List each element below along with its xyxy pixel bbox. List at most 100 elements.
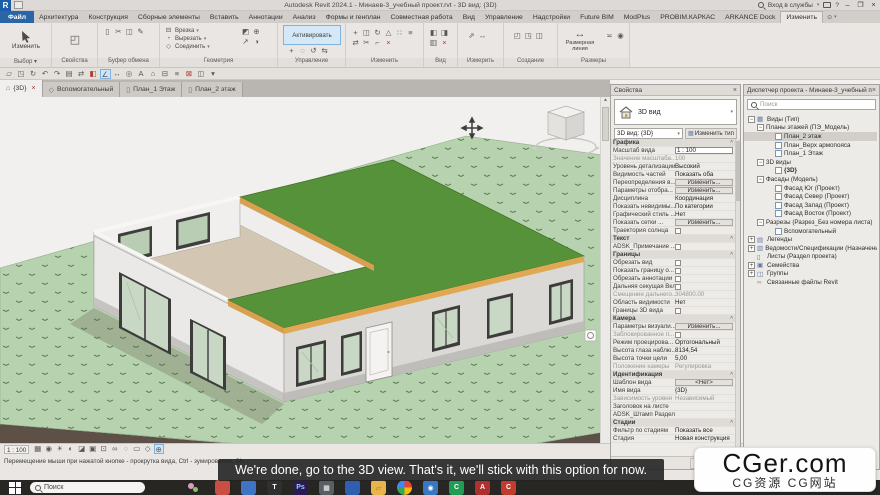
ribbon-tab-7[interactable]: Формы и генплан <box>321 11 386 23</box>
search-icon[interactable] <box>758 2 764 8</box>
properties-title-bar[interactable]: Свойства × <box>611 85 740 96</box>
taskbar-app-c-red[interactable]: C <box>501 480 516 495</box>
browser-title-bar[interactable]: Диспетчер проекта - Минаев-3_учебный про… <box>744 85 879 96</box>
copy-icon[interactable]: ◫ <box>125 27 135 37</box>
text-icon[interactable]: A <box>136 69 147 79</box>
taskbar-app-blue[interactable] <box>241 480 256 495</box>
create-similar-icon[interactable]: ◳ <box>524 31 534 41</box>
paint-qat-icon[interactable]: ◧ <box>88 69 99 79</box>
panel-label-view[interactable]: Вид <box>424 58 457 67</box>
paint-icon[interactable]: ◑ <box>252 37 262 47</box>
tag-icon[interactable]: ◎ <box>124 69 135 79</box>
taskbar-app-adobe[interactable]: A <box>475 480 490 495</box>
print-icon[interactable]: ▤ <box>64 69 75 79</box>
ribbon-tab-8[interactable]: Совместная работа <box>386 11 458 23</box>
property-checkbox[interactable] <box>675 284 681 290</box>
sync-icon[interactable]: ↻ <box>28 69 39 79</box>
match-type-icon[interactable]: ✎ <box>136 27 146 37</box>
ribbon-tab-4[interactable]: Вставить <box>205 11 244 23</box>
customize-qat-icon[interactable] <box>14 1 23 9</box>
browser-tree-item[interactable]: План_1 Этаж <box>744 149 877 158</box>
align-icon[interactable]: ≡ <box>406 28 416 38</box>
browser-tree-item[interactable]: Фасад Восток (Проект) <box>744 210 877 219</box>
delete-icon[interactable]: × <box>384 38 394 48</box>
help-icon[interactable]: ? <box>835 2 839 9</box>
array-icon[interactable]: ∷ <box>395 28 405 38</box>
property-value[interactable]: Показать оба <box>675 171 733 178</box>
property-value[interactable]: Ортогональный <box>675 339 733 346</box>
properties-section-header[interactable]: Камера^ <box>611 315 735 323</box>
tree-expander-icon[interactable]: − <box>757 159 764 166</box>
ribbon-tab-0[interactable]: Файл <box>0 11 34 23</box>
tree-expander-icon[interactable]: + <box>748 262 755 269</box>
trim-icon[interactable]: ⌐ <box>373 38 383 48</box>
reveal-hidden-icon[interactable]: ◌ <box>121 444 131 454</box>
view-tab-1[interactable]: ◇Вспомогательный <box>43 82 121 97</box>
panel-label-clipboard[interactable]: Буфер обмена <box>98 58 159 67</box>
properties-section-header[interactable]: Идентификация^ <box>611 371 735 379</box>
taskbar-app-chrome[interactable] <box>397 480 412 495</box>
rotate-small-icon[interactable]: ↺ <box>309 46 319 56</box>
temporary-hide-icon[interactable]: ∞ <box>110 444 120 454</box>
geometry-item[interactable]: ◇Соединить▾ <box>164 43 236 51</box>
view-scale-button[interactable]: 1 : 100 <box>4 445 29 454</box>
ribbon-tab-13[interactable]: ModPlus <box>619 11 655 23</box>
hide-icon[interactable]: ◧ <box>429 28 439 38</box>
constraints-icon[interactable]: ⊕ <box>154 444 164 454</box>
browser-tree-item[interactable]: +▤Легенды <box>744 235 877 244</box>
ribbon-tab-9[interactable]: Вид <box>458 11 480 23</box>
tree-expander-icon[interactable]: − <box>757 124 764 131</box>
view-tab-2[interactable]: ▯План_1 Этаж <box>120 82 182 97</box>
browser-tree-item[interactable]: Вспомогательный <box>744 227 877 236</box>
tree-expander-icon[interactable]: − <box>748 116 755 123</box>
store-cart-icon[interactable] <box>823 2 831 8</box>
dim-settings-icon[interactable]: ◉ <box>616 31 626 41</box>
measure-qat-icon[interactable]: ∠ <box>100 69 111 79</box>
property-value[interactable]: Высокий <box>675 163 733 170</box>
browser-tree-item[interactable]: −▦Виды (Тип) <box>744 115 877 124</box>
properties-scrollbar[interactable] <box>735 139 740 456</box>
property-value[interactable]: Нет <box>675 211 733 218</box>
property-edit-button[interactable]: Изменить... <box>675 323 733 330</box>
geometry-item[interactable]: ◔Вырезать▾ <box>164 35 236 43</box>
property-edit-button[interactable]: <Нет> <box>675 379 733 386</box>
create-group-icon[interactable]: ◰ <box>513 31 523 41</box>
property-checkbox[interactable] <box>675 260 681 266</box>
temporary-view-icon[interactable]: ▭ <box>132 444 142 454</box>
rotate-icon[interactable]: ↻ <box>373 28 383 38</box>
detail-level-icon[interactable]: ▦ <box>33 444 43 454</box>
panel-label-properties[interactable]: Свойства <box>52 58 97 67</box>
isolate-icon[interactable]: ◨ <box>440 28 450 38</box>
steering-wheel-icon[interactable] <box>585 330 596 341</box>
property-checkbox[interactable] <box>675 268 681 274</box>
browser-tree-item[interactable]: ∞Связанные файлы Revit <box>744 278 877 287</box>
property-checkbox[interactable] <box>675 308 681 314</box>
taskbar-app-red[interactable] <box>215 480 230 495</box>
taskbar-app-photoshop[interactable]: Ps <box>293 480 308 495</box>
aligned-dimension-button[interactable]: ↔ Размерная линия <box>560 25 600 55</box>
property-value[interactable]: Нет <box>675 299 733 306</box>
panel-label-modify[interactable]: Изменить <box>346 58 423 67</box>
taskbar-search-input[interactable]: Поиск <box>30 482 145 493</box>
ribbon-tab-14[interactable]: PROBIM.КАРКАС <box>655 11 720 23</box>
ribbon-tab-2[interactable]: Конструкция <box>83 11 132 23</box>
show-crop-icon[interactable]: ⊡ <box>99 444 109 454</box>
panel-label-geometry[interactable]: Геометрия <box>160 58 277 67</box>
property-value[interactable]: Показать все <box>675 427 733 434</box>
property-value[interactable]: 5,00 <box>675 355 733 362</box>
aligned-dimension-icon[interactable]: ↔ <box>112 69 123 79</box>
circle-icon[interactable]: ◌ <box>298 46 308 56</box>
property-value[interactable]: Координация <box>675 195 733 202</box>
property-checkbox[interactable] <box>675 228 681 234</box>
ribbon-tab-5[interactable]: Аннотации <box>244 11 288 23</box>
browser-tree-item[interactable]: −Разрезы (Разрез_Без номера листа) <box>744 218 877 227</box>
modify-selector[interactable]: ⊙▾ <box>827 11 837 23</box>
open-icon[interactable]: ▱ <box>4 69 15 79</box>
create-assembly-icon[interactable]: ◫ <box>535 31 545 41</box>
swap-icon[interactable]: ⇆ <box>320 46 330 56</box>
restore-button[interactable]: ❐ <box>856 1 865 9</box>
properties-section-header[interactable]: Границы^ <box>611 251 735 259</box>
taskbar-app-c-green[interactable]: C <box>449 480 464 495</box>
visual-style-icon[interactable]: ◉ <box>44 444 54 454</box>
taskbar-app-table[interactable]: ▦ <box>319 480 334 495</box>
